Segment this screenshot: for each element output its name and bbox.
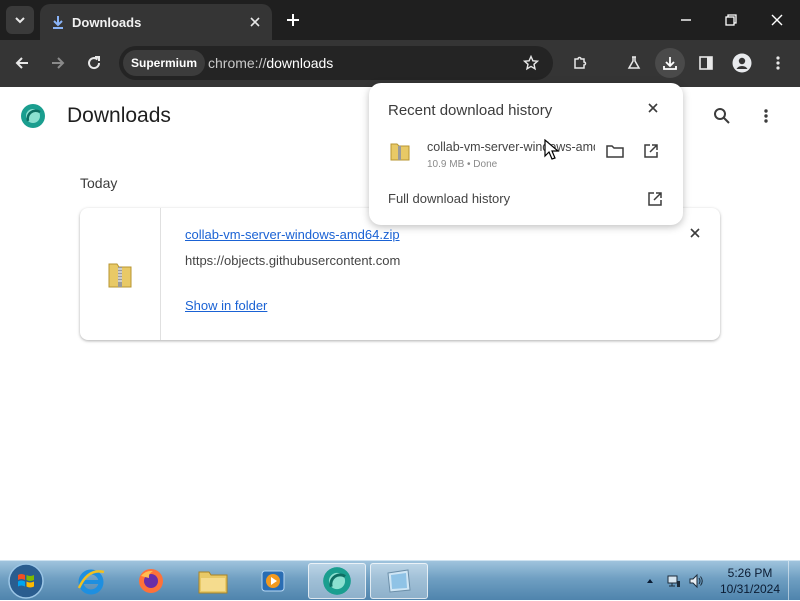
more-icon xyxy=(776,56,780,70)
back-icon xyxy=(15,57,28,69)
clock-date: 10/31/2024 xyxy=(719,582,781,596)
page-menu-button[interactable] xyxy=(754,104,778,128)
side-panel-button[interactable] xyxy=(692,49,720,77)
taskbar-internet-explorer[interactable] xyxy=(62,563,120,599)
taskbar-clock[interactable]: 5:26 PM 10/31/2024 xyxy=(714,565,786,597)
window-app-icon xyxy=(387,569,411,593)
full-history-open-button[interactable] xyxy=(645,189,665,209)
show-in-folder-link[interactable]: Show in folder xyxy=(185,298,267,313)
chevron-up-icon xyxy=(647,579,653,583)
zip-file-icon xyxy=(390,143,410,161)
download-icon xyxy=(50,14,66,30)
site-info-chip[interactable]: Supermium xyxy=(123,50,206,76)
mouse-cursor-icon xyxy=(544,139,560,160)
new-tab-button[interactable] xyxy=(281,8,305,32)
network-tray-button[interactable] xyxy=(666,573,682,589)
close-icon xyxy=(250,17,260,27)
windows-start-icon xyxy=(8,563,44,599)
forward-button[interactable] xyxy=(44,49,72,77)
restore-icon xyxy=(725,14,737,26)
search-icon xyxy=(714,108,730,124)
address-bar[interactable]: Supermium chrome://downloads xyxy=(119,46,553,80)
speaker-icon xyxy=(689,573,703,589)
show-hidden-icons-button[interactable] xyxy=(642,573,658,589)
windows-taskbar: 5:26 PM 10/31/2024 xyxy=(0,560,800,601)
downloads-button[interactable] xyxy=(655,48,685,78)
tab-downloads[interactable]: Downloads xyxy=(40,4,272,40)
supermium-logo-icon xyxy=(21,104,45,128)
date-group-label: Today xyxy=(80,175,118,191)
network-icon xyxy=(667,575,680,587)
tab-strip: Downloads xyxy=(0,0,800,40)
star-icon xyxy=(523,55,539,71)
bubble-open-file-button[interactable] xyxy=(641,141,661,161)
labs-icon xyxy=(627,56,641,69)
bookmark-button[interactable] xyxy=(521,53,541,73)
folder-icon xyxy=(198,571,228,594)
labs-button[interactable] xyxy=(620,49,648,77)
bubble-file-status: 10.9 MB • Done xyxy=(427,159,498,170)
file-icon-column xyxy=(80,208,161,340)
download-item-card: collab-vm-server-windows-amd64.zip https… xyxy=(80,208,720,340)
profile-button[interactable] xyxy=(728,49,756,77)
reload-icon xyxy=(88,56,101,70)
bubble-close-button[interactable] xyxy=(645,100,661,116)
taskbar-window-app[interactable] xyxy=(370,563,428,599)
open-external-icon xyxy=(648,192,662,206)
forward-icon xyxy=(52,57,65,69)
full-download-history-link[interactable]: Full download history xyxy=(388,191,510,206)
search-downloads-button[interactable] xyxy=(710,104,734,128)
volume-tray-button[interactable] xyxy=(688,573,704,589)
firefox-icon xyxy=(139,569,163,593)
chevron-down-icon xyxy=(15,17,25,24)
zip-file-icon xyxy=(108,263,132,288)
taskbar-supermium[interactable] xyxy=(308,563,366,599)
remove-item-button[interactable] xyxy=(686,224,704,242)
supermium-logo-icon xyxy=(323,567,351,595)
back-button[interactable] xyxy=(8,49,36,77)
tab-title: Downloads xyxy=(72,14,142,30)
folder-icon xyxy=(606,145,624,158)
bubble-title: Recent download history xyxy=(388,102,553,119)
minimize-icon xyxy=(681,19,691,21)
open-external-icon xyxy=(644,144,658,158)
clock-time: 5:26 PM xyxy=(727,566,773,580)
close-icon xyxy=(690,228,700,238)
taskbar-file-explorer[interactable] xyxy=(184,563,242,599)
sidebar-icon xyxy=(699,56,713,70)
close-tab-button[interactable] xyxy=(246,13,264,31)
file-name-link[interactable]: collab-vm-server-windows-amd64.zip xyxy=(185,227,400,242)
close-icon xyxy=(771,14,783,26)
page-title: Downloads xyxy=(67,104,171,127)
file-source-url: https://objects.githubusercontent.com xyxy=(185,253,401,268)
extensions-icon xyxy=(574,56,587,69)
close-icon xyxy=(648,103,658,113)
minimize-button[interactable] xyxy=(672,6,700,34)
restore-button[interactable] xyxy=(717,6,745,34)
taskbar-firefox[interactable] xyxy=(122,563,180,599)
extensions-button[interactable] xyxy=(566,49,594,77)
media-player-icon xyxy=(261,570,285,592)
start-button[interactable] xyxy=(6,562,46,600)
bubble-show-in-folder-button[interactable] xyxy=(605,141,625,161)
show-desktop-button[interactable] xyxy=(788,561,800,601)
download-bubble: Recent download history collab-vm-server… xyxy=(369,83,683,225)
close-window-button[interactable] xyxy=(763,6,791,34)
bubble-file-name[interactable]: collab-vm-server-windows-amd64.zip xyxy=(427,140,595,154)
plus-icon xyxy=(287,14,299,26)
tab-search-button[interactable] xyxy=(6,6,34,34)
url-host: downloads xyxy=(266,55,334,71)
browser-toolbar: Supermium chrome://downloads xyxy=(0,40,800,87)
internet-explorer-icon xyxy=(77,569,105,595)
taskbar-media-player[interactable] xyxy=(244,563,302,599)
profile-icon xyxy=(732,53,752,73)
more-icon xyxy=(764,109,768,123)
download-icon xyxy=(663,57,677,70)
url-text[interactable]: chrome://downloads xyxy=(208,55,333,71)
reload-button[interactable] xyxy=(80,49,108,77)
url-scheme: chrome:// xyxy=(208,55,267,71)
browser-menu-button[interactable] xyxy=(764,49,792,77)
